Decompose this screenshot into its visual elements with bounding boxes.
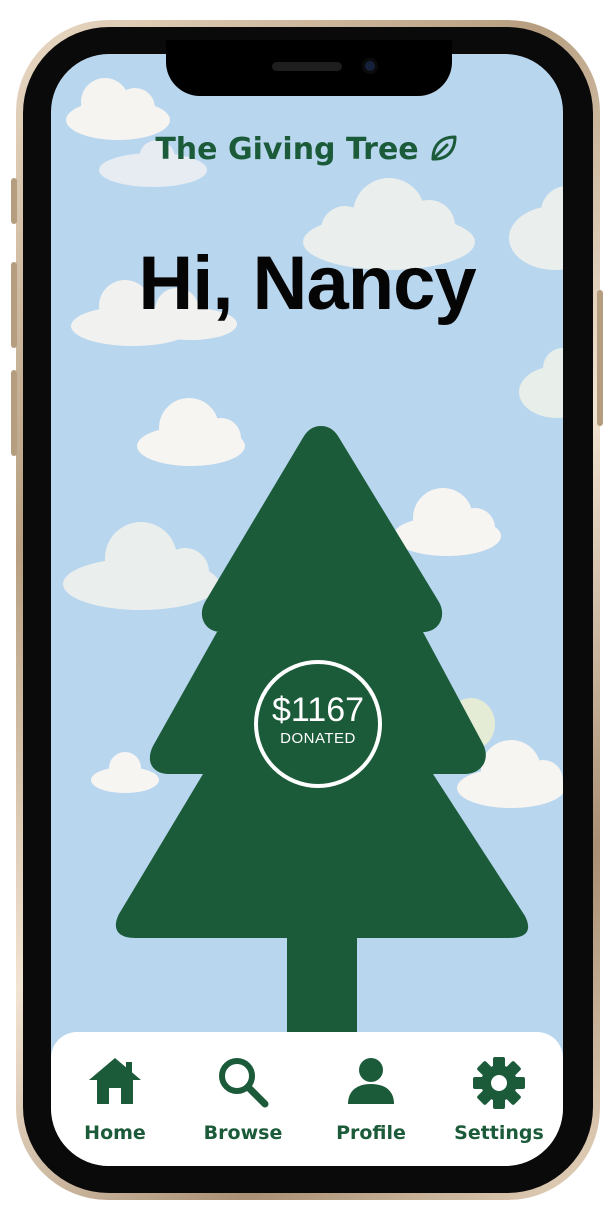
nav-item-browse[interactable]: Browse <box>179 1056 307 1166</box>
nav-item-home[interactable]: Home <box>51 1056 179 1166</box>
front-camera <box>362 58 378 74</box>
leaf-icon <box>429 133 459 171</box>
app-screen: The Giving Tree Hi, Nancy $1167 DONATED … <box>51 54 563 1166</box>
power-button <box>597 290 603 426</box>
nav-label-profile: Profile <box>336 1122 406 1144</box>
notch <box>166 40 452 96</box>
nav-label-browse: Browse <box>203 1122 283 1144</box>
greeting-heading: Hi, Nancy <box>138 241 476 326</box>
bottom-nav-bar: Home Browse Profile Settings <box>51 1032 563 1166</box>
user-icon <box>307 1056 435 1112</box>
app-brand: The Giving Tree <box>51 132 563 171</box>
donation-label: DONATED <box>280 730 356 747</box>
nav-item-profile[interactable]: Profile <box>307 1056 435 1166</box>
home-icon <box>51 1056 179 1112</box>
donation-total-badge: $1167 DONATED <box>254 660 382 788</box>
mute-switch <box>11 178 17 224</box>
gear-icon <box>435 1056 563 1112</box>
nav-label-home: Home <box>84 1122 146 1144</box>
donation-amount: $1167 <box>271 691 365 729</box>
speaker-grille <box>272 62 342 71</box>
volume-down-button <box>11 370 17 456</box>
tree-illustration <box>115 426 529 1054</box>
brand-title: The Giving Tree <box>155 132 419 167</box>
nav-item-settings[interactable]: Settings <box>435 1056 563 1166</box>
search-icon <box>179 1056 307 1112</box>
volume-up-button <box>11 262 17 348</box>
nav-label-settings: Settings <box>454 1122 544 1144</box>
